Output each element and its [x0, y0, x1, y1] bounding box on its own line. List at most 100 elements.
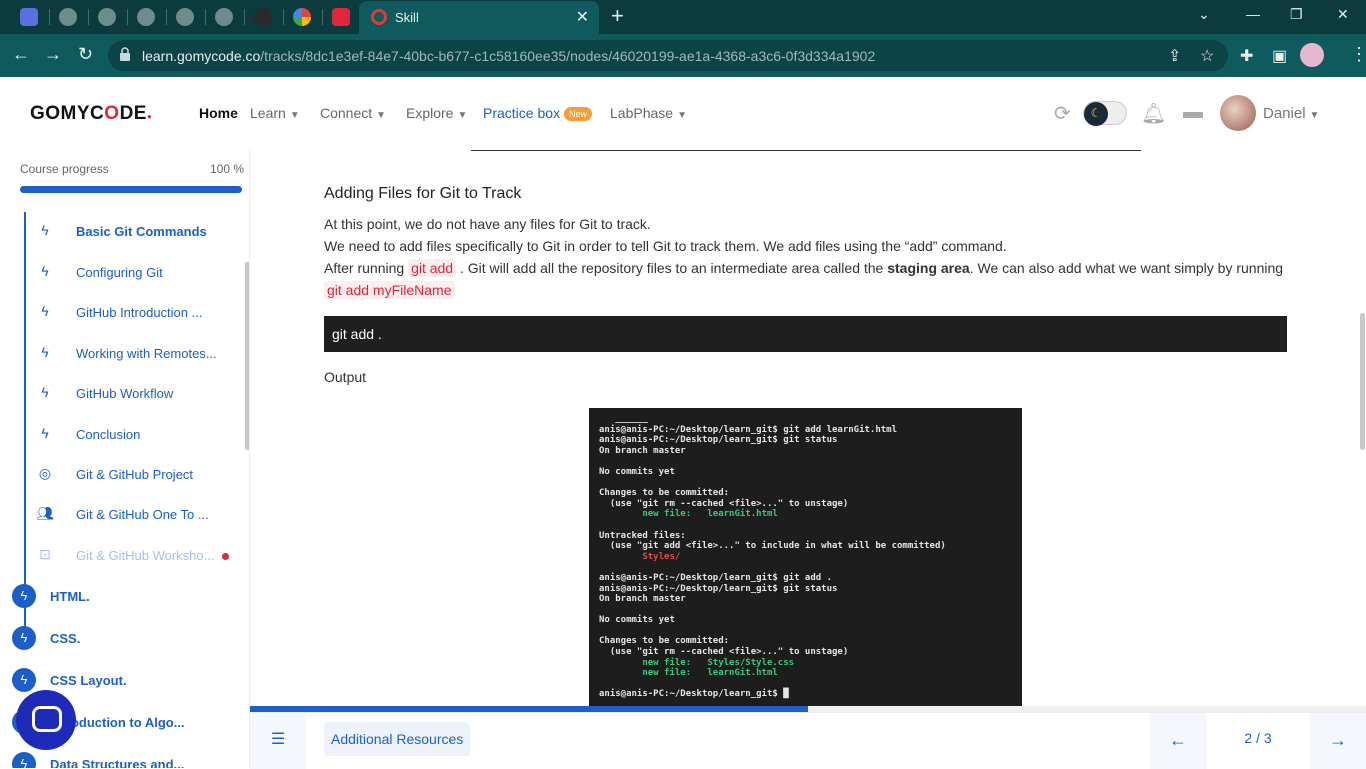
nav-connect[interactable]: Connect ▼ — [320, 105, 386, 121]
nav-home[interactable]: Home — [199, 105, 238, 121]
paragraph: We need to add files specifically to Git… — [324, 238, 1007, 254]
bolt-icon: ϟ — [41, 303, 49, 319]
user-menu[interactable]: Daniel ▼ — [1263, 105, 1319, 122]
sync-icon[interactable]: ⟳ — [1054, 101, 1071, 126]
restore-icon[interactable]: ❐ — [1290, 6, 1303, 23]
bolt-icon: ϟ — [12, 584, 36, 608]
lesson-basic-git-commands[interactable]: ϟ Basic Git Commands — [36, 220, 236, 244]
terminal-line: Styles/ — [599, 551, 681, 562]
tab-favicon[interactable] — [254, 8, 272, 26]
lesson-github-workflow[interactable]: ϟ GitHub Workflow — [36, 382, 236, 406]
lesson-label: Configuring Git — [76, 265, 163, 280]
active-tab[interactable]: Skill ✕ — [359, 1, 599, 34]
next-page-icon[interactable]: → — [1310, 713, 1366, 769]
browser-menu-icon[interactable]: ⋮ — [1350, 44, 1366, 65]
tab-search-icon[interactable]: ⌄ — [1198, 6, 1210, 23]
tab-favicon[interactable] — [59, 8, 77, 26]
terminal-line: anis@anis-PC:~/Desktop/learn_git$ git st… — [599, 435, 838, 446]
chevron-down-icon: ▼ — [289, 110, 300, 121]
section-html[interactable]: ϟ HTML. — [12, 584, 242, 610]
section-css[interactable]: ϟ CSS. — [12, 626, 242, 652]
nav-learn[interactable]: Learn ▼ — [250, 105, 300, 121]
page-scrollbar[interactable] — [1360, 313, 1365, 450]
lesson-git-github-project[interactable]: ◎ Git & GitHub Project — [36, 463, 236, 487]
additional-resources-button[interactable]: Additional Resources — [324, 722, 471, 756]
chevron-down-icon: ▼ — [1309, 110, 1320, 121]
text: After running — [324, 260, 409, 276]
tab-favicon[interactable] — [332, 8, 350, 26]
workshop-icon: ⊡ — [39, 546, 51, 562]
lesson-label: Git & GitHub Worksho... — [76, 548, 215, 563]
tab-favicon[interactable] — [176, 8, 194, 26]
lesson-label: GitHub Introduction ... — [76, 305, 203, 320]
bolt-icon: ϟ — [41, 222, 49, 238]
terminal-line: (use "git add <file>..." to include in w… — [599, 541, 946, 552]
bolt-icon: ϟ — [12, 626, 36, 650]
chevron-down-icon: ▼ — [376, 110, 387, 121]
close-tab-icon[interactable]: ✕ — [576, 7, 589, 27]
site-header: GOMYCODE● Home Learn ▼ Connect ▼ Explore ▼ … — [0, 77, 1366, 150]
side-panel-icon[interactable]: ▣ — [1272, 46, 1287, 66]
tab-favicon[interactable] — [215, 8, 233, 26]
back-icon[interactable]: ← — [12, 44, 30, 65]
extensions-icon[interactable]: ✚ — [1240, 46, 1253, 66]
lesson-github-introduction[interactable]: ϟ GitHub Introduction ... — [36, 301, 236, 325]
terminal-line: anis@anis-PC:~/Desktop/learn_git$ git ad… — [599, 424, 898, 435]
lesson-git-github-one-to-one[interactable]: 👥︎ Git & GitHub One To ... — [36, 503, 236, 527]
user-avatar[interactable] — [1220, 95, 1256, 131]
lesson-conclusion[interactable]: ϟ Conclusion — [36, 423, 236, 447]
lesson-working-with-remotes[interactable]: ϟ Working with Remotes... — [36, 342, 236, 366]
nav-practice-box[interactable]: Practice box New — [483, 105, 593, 121]
section-data-structures[interactable]: ϟ Data Structures and... — [12, 752, 242, 768]
nav-labphase[interactable]: LabPhase ▼ — [610, 105, 687, 121]
target-icon: ◎ — [38, 465, 52, 481]
logo-text: GOMYC — [30, 103, 105, 124]
close-window-icon[interactable]: ✕ — [1337, 6, 1349, 23]
paragraph: After running git add . Git will add all… — [324, 259, 1284, 277]
share-icon[interactable]: ⇪ — [1168, 46, 1181, 66]
bookmark-star-icon[interactable]: ☆ — [1200, 46, 1214, 66]
browser-profile-avatar[interactable] — [1300, 43, 1324, 67]
terminal-line: Untracked files: — [599, 530, 686, 541]
lesson-label: Git & GitHub One To ... — [76, 507, 209, 522]
tab-favicon[interactable] — [20, 8, 38, 26]
terminal-line: new file: learnGit.html — [599, 509, 778, 520]
lesson-label: Working with Remotes... — [76, 346, 217, 361]
terminal-line: On branch master — [599, 445, 686, 456]
messages-icon[interactable]: ▬ — [1183, 101, 1203, 124]
tab-favicon-icon — [371, 9, 387, 25]
tab-favicon[interactable] — [98, 8, 116, 26]
tab-favicon[interactable] — [137, 8, 155, 26]
new-tab-icon[interactable]: + — [611, 3, 624, 29]
bolt-icon: ϟ — [41, 384, 49, 400]
inline-code: git add myFileName — [324, 281, 455, 299]
lesson-configuring-git[interactable]: ϟ Configuring Git — [36, 261, 236, 285]
dark-mode-toggle[interactable]: ☾ — [1083, 101, 1127, 126]
google-tab-icon[interactable] — [293, 8, 311, 26]
lesson-footer: ☰ Additional Resources ← 2 / 3 → — [250, 712, 1366, 769]
address-bar[interactable]: learn.gomycode.co/tracks/8dc1e3ef-84e7-4… — [108, 40, 1228, 71]
gomycode-logo[interactable]: GOMYCODE● — [30, 103, 152, 125]
minimize-icon[interactable]: — — [1246, 6, 1260, 22]
chat-support-button[interactable] — [16, 690, 76, 750]
lesson-git-github-workshop[interactable]: ⊡ Git & GitHub Worksho... — [36, 544, 236, 568]
terminal-line: Changes to be committed: — [599, 488, 730, 499]
tab-separator — [205, 9, 206, 25]
sidebar-scrollbar[interactable] — [245, 262, 249, 450]
tab-separator — [88, 9, 89, 25]
section-label: Data Structures and... — [50, 757, 185, 768]
text: . We can also add what we want simply by… — [969, 260, 1284, 276]
lesson-label: GitHub Workflow — [76, 386, 174, 401]
lesson-label: Conclusion — [76, 427, 141, 442]
previous-page-icon[interactable]: ← — [1150, 713, 1206, 769]
bell-icon[interactable]: 🔔︎ — [1141, 101, 1166, 126]
forward-icon[interactable]: → — [44, 44, 62, 65]
terminal-line: (use "git rm --cached <file>..." to unst… — [599, 647, 849, 658]
terminal-screenshot: ______ anis@anis-PC:~/Desktop/learn_git$ … — [589, 408, 1022, 706]
reload-icon[interactable]: ↻ — [78, 44, 93, 65]
table-of-contents-icon[interactable]: ☰ — [250, 713, 306, 769]
nav-explore[interactable]: Explore ▼ — [406, 105, 467, 121]
